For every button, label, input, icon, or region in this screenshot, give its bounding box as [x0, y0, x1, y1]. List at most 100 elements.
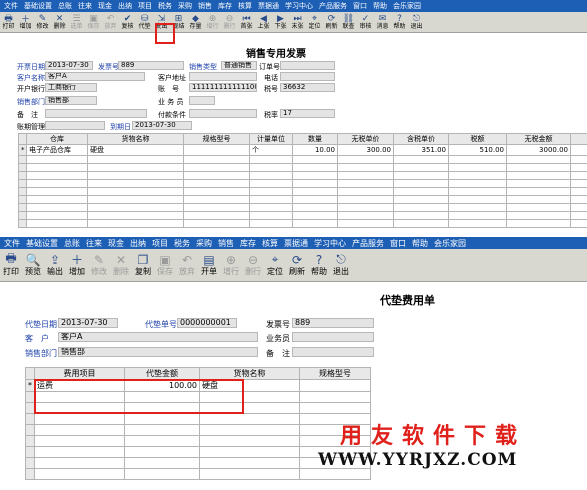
table-cell[interactable]: [292, 219, 338, 228]
table-cell[interactable]: [183, 211, 250, 220]
order-no-field[interactable]: [280, 61, 335, 70]
menu-item[interactable]: 税务: [158, 1, 172, 11]
table-cell[interactable]: [124, 446, 200, 458]
help-button[interactable]: ? 帮助: [308, 251, 330, 276]
table-cell[interactable]: [124, 424, 200, 436]
table-cell[interactable]: [299, 468, 371, 480]
table-cell[interactable]: [292, 211, 338, 220]
table-cell[interactable]: [26, 155, 88, 164]
table-cell[interactable]: 10.00: [292, 144, 338, 156]
table-cell[interactable]: [570, 203, 587, 212]
table-cell[interactable]: [292, 179, 338, 188]
table-cell[interactable]: [199, 435, 300, 447]
exit-button[interactable]: ⎋ 退出: [330, 251, 352, 276]
menu-item[interactable]: 库存: [218, 1, 232, 11]
table-cell[interactable]: [393, 219, 449, 228]
table-cell[interactable]: [393, 187, 449, 196]
advance-no-field[interactable]: 0000000001: [177, 318, 237, 328]
table-cell[interactable]: [249, 163, 293, 172]
table-cell[interactable]: 硬盘: [87, 144, 184, 156]
table-cell[interactable]: [337, 203, 394, 212]
delete-row-button[interactable]: ⊖ 删行: [221, 13, 238, 30]
menu-item[interactable]: 现金: [108, 238, 124, 249]
table-cell[interactable]: [393, 203, 449, 212]
clerk-field[interactable]: [189, 96, 215, 105]
preview-button[interactable]: 🔍 预览: [22, 251, 44, 276]
table-cell[interactable]: [34, 468, 125, 480]
table-cell[interactable]: [249, 171, 293, 180]
table-cell[interactable]: 510.00: [448, 144, 507, 156]
table-cell[interactable]: [249, 155, 293, 164]
column-header[interactable]: 规格型号: [183, 133, 250, 145]
menu-item[interactable]: 会乐家园: [434, 238, 466, 249]
table-cell[interactable]: [448, 187, 507, 196]
invoice-no-field[interactable]: 889: [118, 61, 184, 70]
menu-item[interactable]: 基础设置: [24, 1, 52, 11]
abandon-button[interactable]: ↶ 放弃: [176, 251, 198, 276]
table-cell[interactable]: [183, 219, 250, 228]
menu-item[interactable]: 销售: [218, 238, 234, 249]
column-header[interactable]: 无税单价: [337, 133, 394, 145]
column-header[interactable]: 计量单位: [249, 133, 293, 145]
table-cell[interactable]: [448, 203, 507, 212]
empty-row[interactable]: [18, 211, 587, 220]
memo-field[interactable]: [292, 347, 374, 357]
table-cell[interactable]: [570, 195, 587, 204]
empty-row[interactable]: [18, 187, 587, 196]
open-date-field[interactable]: 2013-07-30: [45, 61, 93, 70]
table-cell[interactable]: [87, 155, 184, 164]
sales-dept-field[interactable]: 销售部: [45, 96, 97, 105]
menu-item[interactable]: 票据通: [284, 238, 308, 249]
table-cell[interactable]: [337, 171, 394, 180]
table-cell[interactable]: [87, 163, 184, 172]
menu-item[interactable]: 核算: [262, 238, 278, 249]
table-cell[interactable]: [299, 379, 371, 392]
next-button[interactable]: ▶ 下张: [272, 13, 289, 30]
save-button[interactable]: ▣ 保存: [85, 13, 102, 30]
table-cell[interactable]: [199, 457, 300, 469]
column-header[interactable]: 规格型号: [299, 367, 371, 380]
prev-button[interactable]: ◀ 上张: [255, 13, 272, 30]
table-cell[interactable]: [26, 171, 88, 180]
table-cell[interactable]: [199, 446, 300, 458]
table-cell[interactable]: [393, 163, 449, 172]
empty-row[interactable]: [18, 195, 587, 204]
table-cell[interactable]: [87, 195, 184, 204]
empty-row[interactable]: [25, 424, 371, 436]
table-cell[interactable]: [26, 163, 88, 172]
table-cell[interactable]: [183, 187, 250, 196]
menu-item[interactable]: 基础设置: [26, 238, 58, 249]
table-cell[interactable]: [87, 219, 184, 228]
column-header[interactable]: 价税合计: [570, 133, 587, 145]
column-header[interactable]: 含税单价: [393, 133, 449, 145]
table-cell[interactable]: [292, 171, 338, 180]
table-cell[interactable]: [393, 179, 449, 188]
table-cell[interactable]: [448, 195, 507, 204]
menu-item[interactable]: 采购: [196, 238, 212, 249]
menu-item[interactable]: 总账: [58, 1, 72, 11]
table-cell[interactable]: [299, 402, 371, 414]
menu-item[interactable]: 库存: [240, 238, 256, 249]
table-cell[interactable]: [249, 211, 293, 220]
empty-row[interactable]: [18, 155, 587, 164]
menu-item[interactable]: 现金: [98, 1, 112, 11]
menu-item[interactable]: 窗口: [353, 1, 367, 11]
delete-button[interactable]: ✕ 删除: [51, 13, 68, 30]
table-cell[interactable]: [26, 203, 88, 212]
table-cell[interactable]: [506, 187, 571, 196]
column-header[interactable]: 代垫金额: [124, 367, 200, 380]
table-cell[interactable]: [124, 468, 200, 480]
menu-item[interactable]: 采购: [178, 1, 192, 11]
menu-item[interactable]: 文件: [4, 1, 18, 11]
table-cell[interactable]: [124, 435, 200, 447]
table-cell[interactable]: [87, 171, 184, 180]
menu-item[interactable]: 产品服务: [352, 238, 384, 249]
empty-row[interactable]: [25, 435, 371, 447]
table-cell[interactable]: [506, 179, 571, 188]
edit-button[interactable]: ✎ 修改: [34, 13, 51, 30]
table-cell[interactable]: [506, 163, 571, 172]
empty-row[interactable]: [25, 468, 371, 480]
table-cell[interactable]: [337, 179, 394, 188]
menu-item[interactable]: 学习中心: [314, 238, 346, 249]
table-cell[interactable]: [249, 187, 293, 196]
